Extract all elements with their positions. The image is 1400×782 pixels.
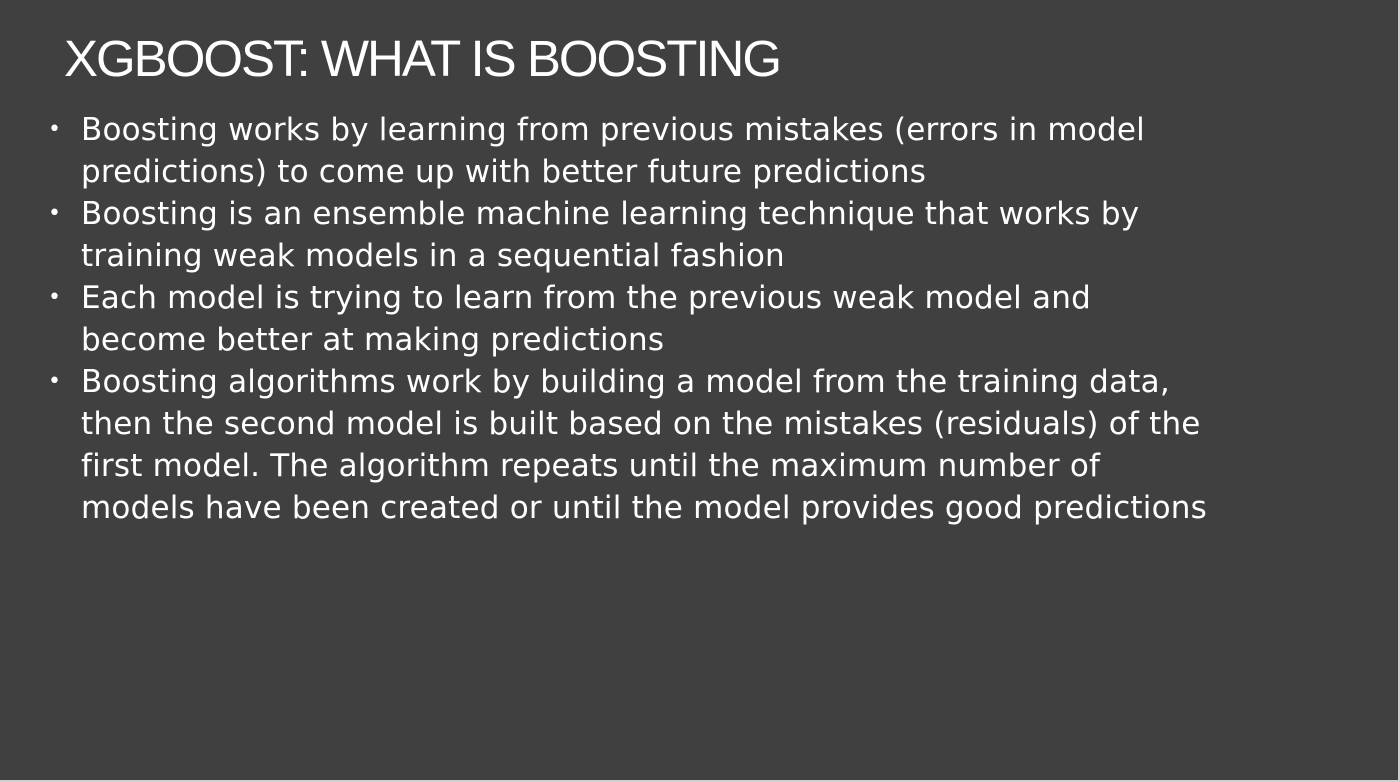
slide: XGBOOST: WHAT IS BOOSTING • Boosting wor… xyxy=(0,0,1400,782)
bullet-item: • Boosting works by learning from previo… xyxy=(44,109,1364,193)
bullet-text-line: become better at making predictions xyxy=(81,322,665,358)
bullet-item: • Boosting algorithms work by building a… xyxy=(44,361,1364,529)
bullet-item: • Each model is trying to learn from the… xyxy=(44,277,1364,361)
bullet-dot-icon: • xyxy=(48,369,62,394)
bullet-item: • Boosting is an ensemble machine learni… xyxy=(44,193,1364,277)
bullet-dot-icon: • xyxy=(48,201,62,226)
bullet-text-line: first model. The algorithm repeats until… xyxy=(81,448,1101,484)
bullet-text-line: Boosting algorithms work by building a m… xyxy=(81,364,1170,400)
bullet-text-line: Boosting works by learning from previous… xyxy=(81,112,1145,148)
bullet-text-line: Boosting is an ensemble machine learning… xyxy=(81,196,1140,232)
bullet-dot-icon: • xyxy=(48,285,62,310)
slide-title: XGBOOST: WHAT IS BOOSTING xyxy=(64,30,782,87)
bullet-text-line: then the second model is built based on … xyxy=(81,406,1201,442)
bullet-list: • Boosting works by learning from previo… xyxy=(44,109,1364,529)
bullet-text-line: training weak models in a sequential fas… xyxy=(81,238,785,274)
bullet-text-line: models have been created or until the mo… xyxy=(81,490,1207,526)
bullet-text-line: predictions) to come up with better futu… xyxy=(81,154,927,190)
bullet-dot-icon: • xyxy=(48,117,62,142)
bullet-text-line: Each model is trying to learn from the p… xyxy=(81,280,1091,316)
